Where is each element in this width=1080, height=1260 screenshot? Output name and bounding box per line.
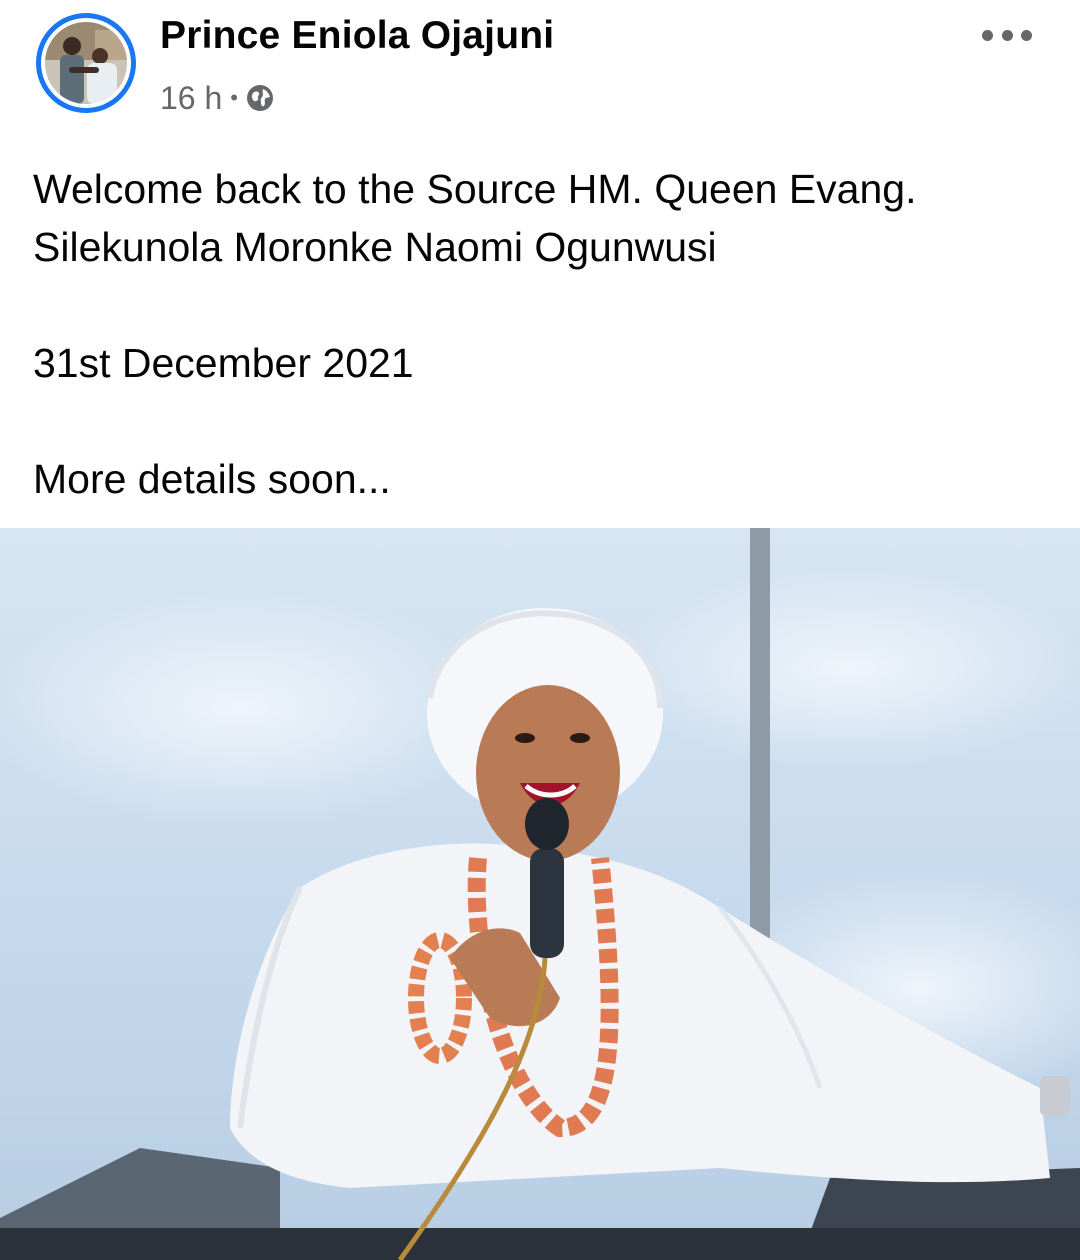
ellipsis-icon — [1001, 29, 1013, 41]
post-date-line: 31st December 2021 — [33, 340, 414, 386]
globe-icon[interactable] — [246, 84, 274, 112]
ellipsis-icon — [982, 29, 993, 41]
post-header: Prince Eniola Ojajuni 16 h • — [0, 0, 1080, 130]
post-text-line: Welcome back to the Source HM. Queen Eva… — [33, 166, 917, 212]
post-text: Welcome back to the Source HM. Queen Eva… — [33, 160, 1053, 508]
more-options-button[interactable] — [982, 22, 1032, 48]
post-closing-line: More details soon... — [33, 456, 391, 502]
post-text-line: Silekunola Moronke Naomi Ogunwusi — [33, 224, 717, 270]
author-avatar[interactable] — [36, 13, 136, 113]
author-name[interactable]: Prince Eniola Ojajuni — [160, 14, 554, 58]
post-photo[interactable] — [0, 528, 1080, 1260]
meta-separator: • — [230, 85, 238, 110]
facebook-post: Prince Eniola Ojajuni 16 h • Welcome bac… — [0, 0, 1080, 1260]
ellipsis-icon — [1021, 29, 1032, 41]
post-meta: 16 h • — [160, 78, 274, 118]
avatar-border — [41, 18, 131, 108]
post-timestamp[interactable]: 16 h — [160, 80, 222, 117]
avatar-photo — [45, 22, 127, 104]
